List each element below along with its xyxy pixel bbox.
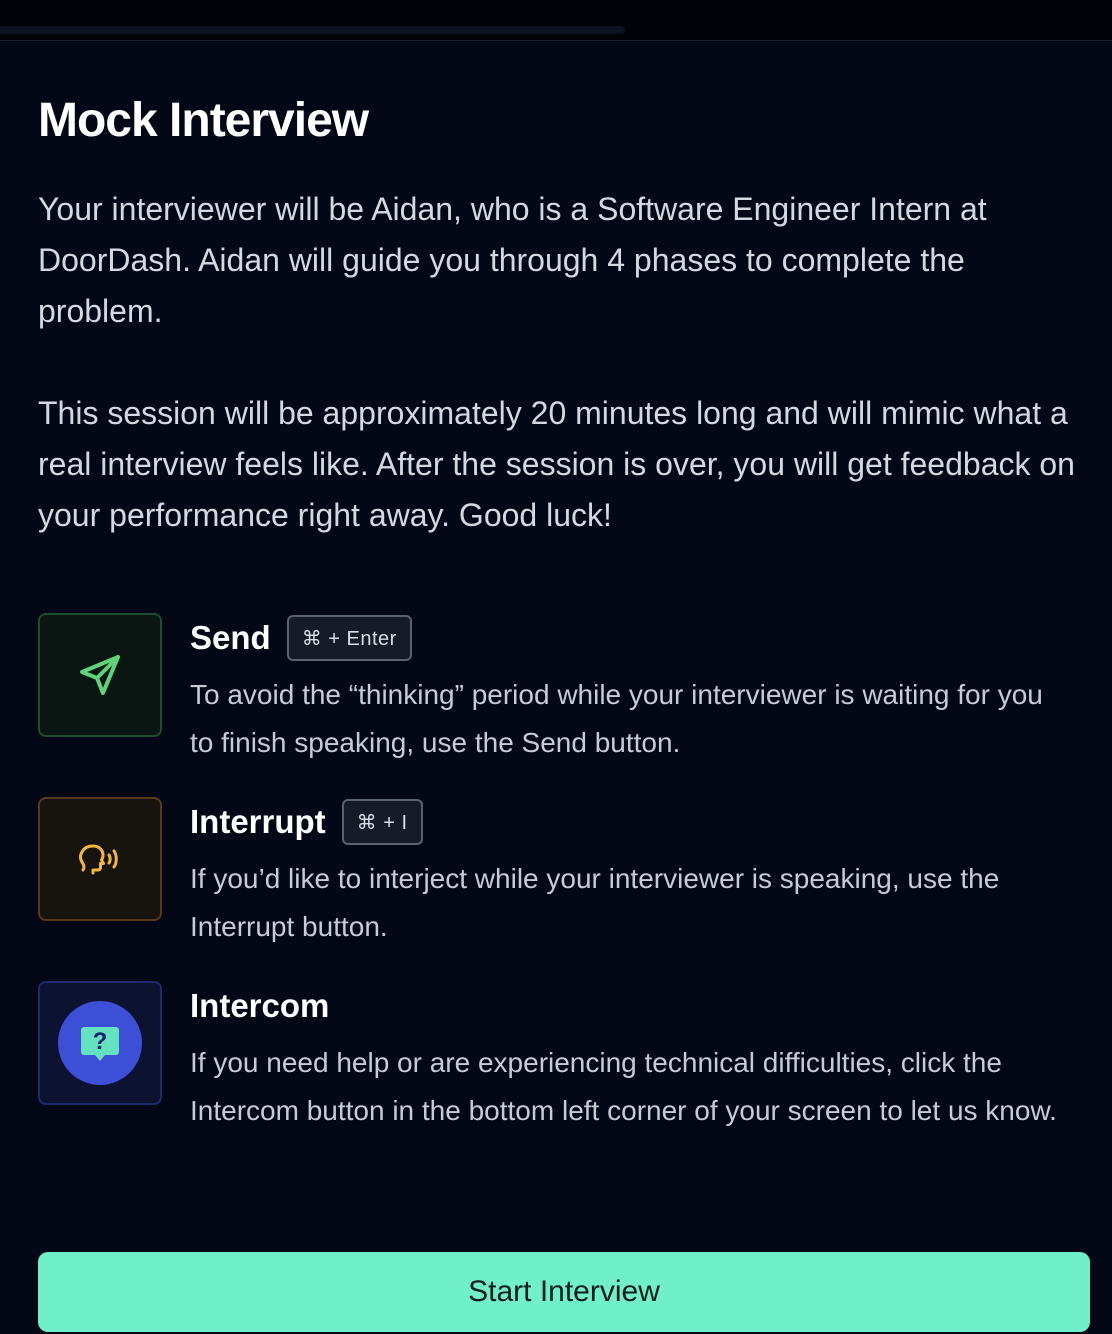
speaking-head-icon xyxy=(79,844,118,875)
mock-interview-panel: Mock Interview Your interviewer will be … xyxy=(38,40,1090,1135)
feature-text: Send ⌘ + Enter To avoid the “thinking” p… xyxy=(190,613,1070,767)
feature-interrupt: Interrupt ⌘ + I If you’d like to interje… xyxy=(38,797,1090,951)
send-icon xyxy=(80,655,120,695)
intro-paragraph: This session will be approximately 20 mi… xyxy=(38,395,1075,533)
feature-list: Send ⌘ + Enter To avoid the “thinking” p… xyxy=(38,613,1090,1135)
send-icon-box xyxy=(38,613,162,737)
shortcut-badge: ⌘ + Enter xyxy=(286,615,412,661)
feature-description: To avoid the “thinking” period while you… xyxy=(190,679,1043,758)
feature-head: Interrupt ⌘ + I xyxy=(190,797,1070,847)
help-chat-icon[interactable]: ? xyxy=(58,1001,142,1085)
interrupt-icon-box xyxy=(38,797,162,921)
intercom-icon-box: ? xyxy=(38,981,162,1105)
intro-text: Your interviewer will be Aidan, who is a… xyxy=(38,184,1090,541)
top-bar xyxy=(0,0,1112,41)
feature-title: Send xyxy=(190,619,271,656)
svg-text:?: ? xyxy=(93,1028,108,1055)
feature-head: Intercom xyxy=(190,981,1070,1031)
feature-title: Intercom xyxy=(190,987,330,1024)
start-interview-button[interactable]: Start Interview xyxy=(38,1252,1090,1332)
feature-description: If you’d like to interject while your in… xyxy=(190,863,1000,942)
feature-send: Send ⌘ + Enter To avoid the “thinking” p… xyxy=(38,613,1090,767)
feature-head: Send ⌘ + Enter xyxy=(190,613,1070,663)
feature-description: If you need help or are experiencing tec… xyxy=(190,1047,1057,1126)
intro-paragraph: Your interviewer will be Aidan, who is a… xyxy=(38,191,987,329)
feature-intercom: ? Intercom If you need help or are exper… xyxy=(38,981,1090,1135)
feature-title: Interrupt xyxy=(190,803,326,840)
shortcut-badge: ⌘ + I xyxy=(341,799,423,845)
feature-text: Intercom If you need help or are experie… xyxy=(190,981,1070,1135)
scroll-track xyxy=(0,26,625,34)
feature-text: Interrupt ⌘ + I If you’d like to interje… xyxy=(190,797,1070,951)
page-title: Mock Interview xyxy=(38,94,369,147)
